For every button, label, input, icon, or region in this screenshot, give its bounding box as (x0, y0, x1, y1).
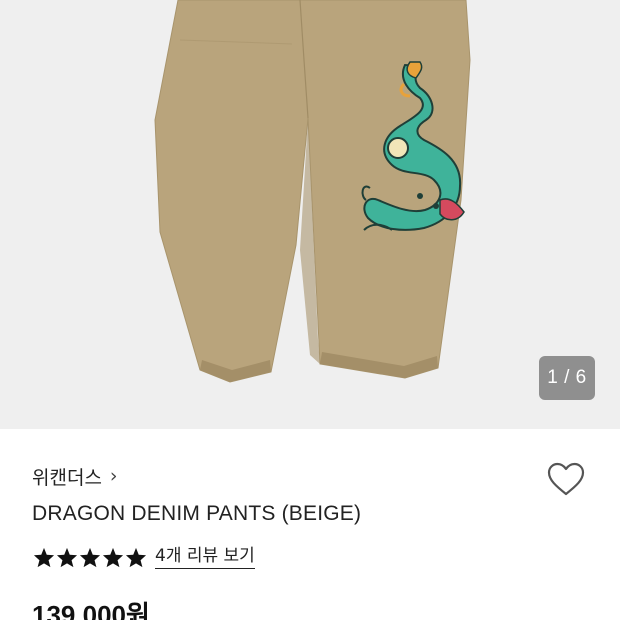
star-filled-icon (125, 547, 147, 567)
product-title: DRAGON DENIM PANTS (BEIGE) (32, 502, 362, 525)
brand-link[interactable]: 위캔더스 › (32, 463, 118, 489)
rating-summary: 4개 리뷰 보기 (33, 544, 255, 570)
product-info: 위캔더스 › DRAGON DENIM PANTS (BEIGE) 4개 리뷰 … (0, 429, 620, 620)
star-filled-icon (56, 547, 78, 567)
heart-outline-icon (547, 462, 585, 496)
image-counter: 1 / 6 (539, 356, 595, 400)
product-image (154, 0, 471, 383)
star-rating (33, 547, 147, 568)
product-price: 139,000원 (32, 600, 150, 620)
chevron-right-icon: › (109, 464, 118, 487)
star-filled-icon (33, 547, 55, 567)
star-filled-icon (79, 547, 101, 567)
like-button[interactable] (545, 459, 587, 499)
reviews-link[interactable]: 4개 리뷰 보기 (155, 546, 255, 569)
brand-name: 위캔더스 (32, 466, 102, 489)
star-filled-icon (102, 547, 124, 567)
product-image-gallery[interactable]: 1 / 6 (0, 0, 620, 429)
